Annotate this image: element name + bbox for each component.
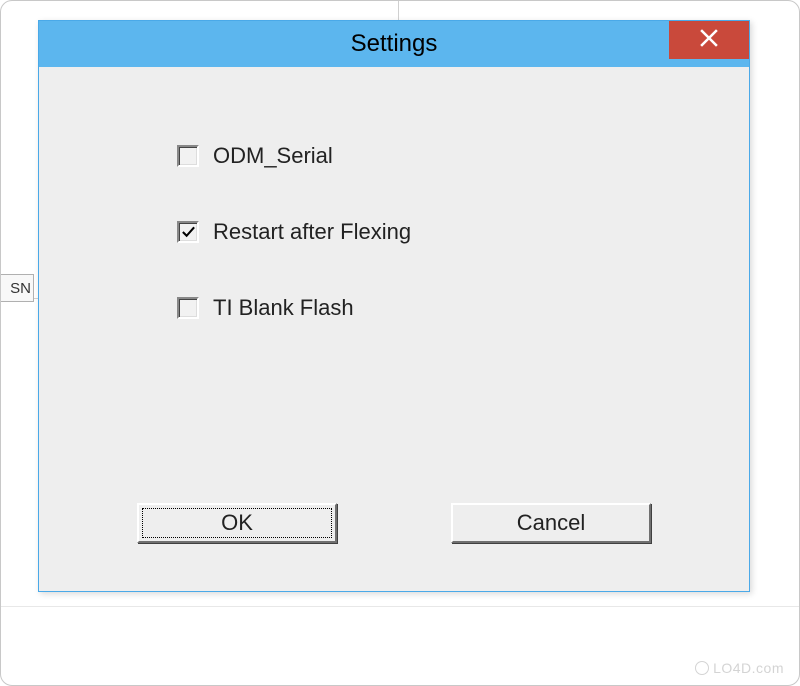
label-odm-serial: ODM_Serial — [213, 143, 333, 169]
watermark-text: LO4D.com — [713, 660, 784, 676]
dialog-body: ODM_Serial Restart after Flexing TI Blan… — [47, 67, 741, 583]
close-icon — [700, 29, 718, 52]
button-row: OK Cancel — [137, 503, 651, 543]
checkmark-icon — [181, 225, 196, 239]
options-group: ODM_Serial Restart after Flexing TI Blan… — [177, 143, 741, 321]
settings-dialog: Settings ODM_Serial — [38, 20, 750, 592]
close-button[interactable] — [669, 21, 749, 59]
cancel-button[interactable]: Cancel — [451, 503, 651, 543]
dialog-title: Settings — [351, 30, 438, 58]
label-ti-blank-flash: TI Blank Flash — [213, 295, 354, 321]
checkbox-odm-serial[interactable] — [177, 145, 199, 167]
watermark-icon — [695, 661, 709, 675]
label-restart-after-flexing: Restart after Flexing — [213, 219, 411, 245]
ok-button[interactable]: OK — [137, 503, 337, 543]
option-restart-after-flexing: Restart after Flexing — [177, 219, 741, 245]
option-ti-blank-flash: TI Blank Flash — [177, 295, 741, 321]
checkbox-ti-blank-flash[interactable] — [177, 297, 199, 319]
grid-line-horizontal-bottom — [0, 606, 800, 607]
background-cell-label: SN — [0, 274, 34, 302]
watermark: LO4D.com — [695, 660, 784, 676]
option-odm-serial: ODM_Serial — [177, 143, 741, 169]
checkbox-restart-after-flexing[interactable] — [177, 221, 199, 243]
dialog-titlebar[interactable]: Settings — [39, 21, 749, 67]
